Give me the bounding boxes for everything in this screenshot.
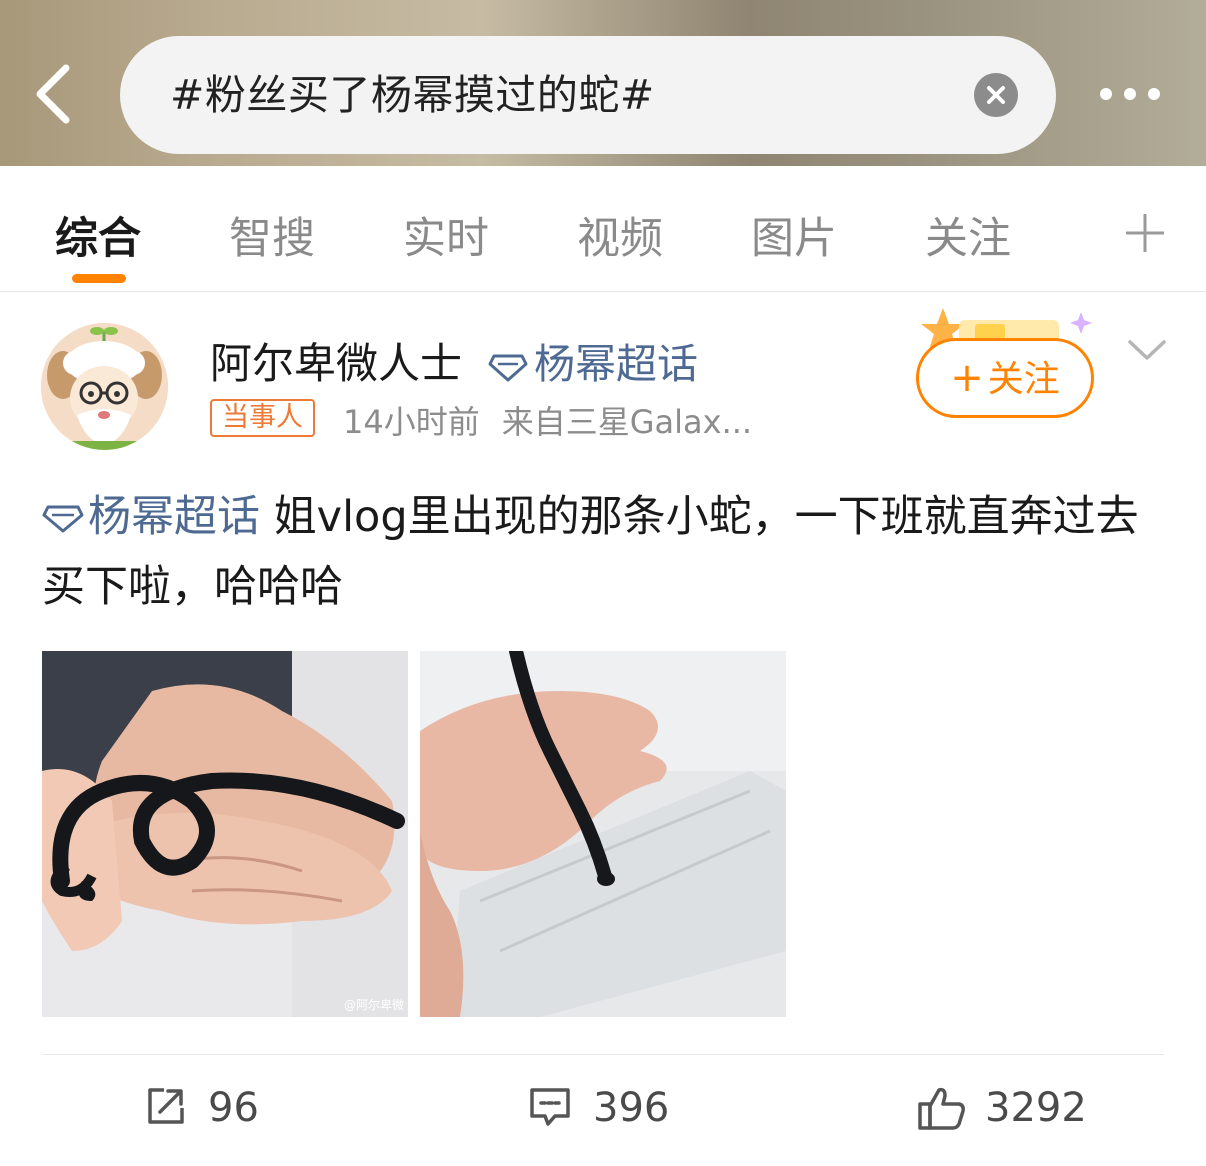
diamond-icon bbox=[488, 354, 528, 382]
post-text: 杨幂超话 姐vlog里出现的那条小蛇，一下班就直奔过去买下啦，哈哈哈 bbox=[42, 482, 1166, 622]
plus-icon: + bbox=[950, 355, 984, 401]
snake-on-palm-image bbox=[420, 651, 786, 1017]
status-badge: 当事人 bbox=[210, 399, 315, 437]
search-query-text: #粉丝买了杨幂摸过的蛇# bbox=[170, 71, 655, 119]
diamond-icon bbox=[42, 505, 84, 533]
super-topic-label: 杨幂超话 bbox=[534, 340, 698, 388]
post-meta: 14小时前 来自三星Galax... bbox=[343, 397, 752, 443]
more-dots-icon bbox=[1100, 88, 1112, 100]
back-button[interactable] bbox=[26, 58, 86, 130]
more-dots-icon bbox=[1124, 88, 1136, 100]
post-image-2[interactable] bbox=[420, 651, 786, 1017]
tab-video[interactable]: 视频 bbox=[577, 204, 663, 266]
search-tabs: 综合 智搜 实时 视频 图片 关注 bbox=[0, 166, 1206, 292]
snake-on-hand-image bbox=[42, 651, 408, 1017]
close-icon bbox=[987, 86, 1005, 104]
tab-following[interactable]: 关注 bbox=[925, 204, 1011, 266]
more-dots-icon bbox=[1148, 88, 1160, 100]
like-count: 3292 bbox=[985, 1085, 1087, 1131]
chevron-left-icon bbox=[36, 64, 70, 124]
tab-comprehensive[interactable]: 综合 bbox=[55, 204, 141, 266]
post-source: 来自三星Galax... bbox=[501, 403, 753, 441]
inline-topic-label: 杨幂超话 bbox=[88, 492, 260, 542]
comment-count: 396 bbox=[593, 1085, 670, 1131]
image-watermark: @阿尔卑微 bbox=[343, 998, 404, 1012]
super-topic-link[interactable]: 杨幂超话 bbox=[488, 330, 698, 390]
post-image-1[interactable]: @阿尔卑微 bbox=[42, 651, 408, 1017]
inline-topic-link[interactable]: 杨幂超话 bbox=[42, 492, 260, 542]
clear-search-button[interactable] bbox=[974, 73, 1018, 117]
add-tab-button[interactable] bbox=[1122, 210, 1168, 256]
active-tab-indicator bbox=[72, 274, 126, 283]
follow-label: 关注 bbox=[987, 359, 1060, 400]
follow-button[interactable]: + 关注 bbox=[916, 338, 1094, 418]
tab-smart-search[interactable]: 智搜 bbox=[229, 204, 315, 266]
author-name[interactable]: 阿尔卑微人士 bbox=[210, 330, 462, 391]
tab-images[interactable]: 图片 bbox=[751, 204, 837, 266]
search-input[interactable]: #粉丝买了杨幂摸过的蛇# bbox=[120, 36, 1056, 154]
plus-icon bbox=[1126, 214, 1164, 252]
search-header: #粉丝买了杨幂摸过的蛇# bbox=[0, 0, 1206, 166]
post-time: 14小时前 bbox=[343, 403, 480, 441]
thumbs-up-icon bbox=[918, 1087, 965, 1130]
chevron-down-icon bbox=[1128, 340, 1166, 360]
tab-realtime[interactable]: 实时 bbox=[403, 204, 489, 266]
comment-icon bbox=[530, 1088, 570, 1126]
action-bar-divider bbox=[42, 1054, 1164, 1055]
avatar[interactable] bbox=[41, 323, 168, 450]
avatar-cartoon-icon bbox=[41, 323, 168, 450]
repost-icon bbox=[148, 1088, 184, 1124]
repost-count: 96 bbox=[208, 1085, 259, 1131]
more-options-button[interactable] bbox=[1096, 78, 1166, 110]
post-menu-button[interactable] bbox=[1126, 334, 1168, 370]
